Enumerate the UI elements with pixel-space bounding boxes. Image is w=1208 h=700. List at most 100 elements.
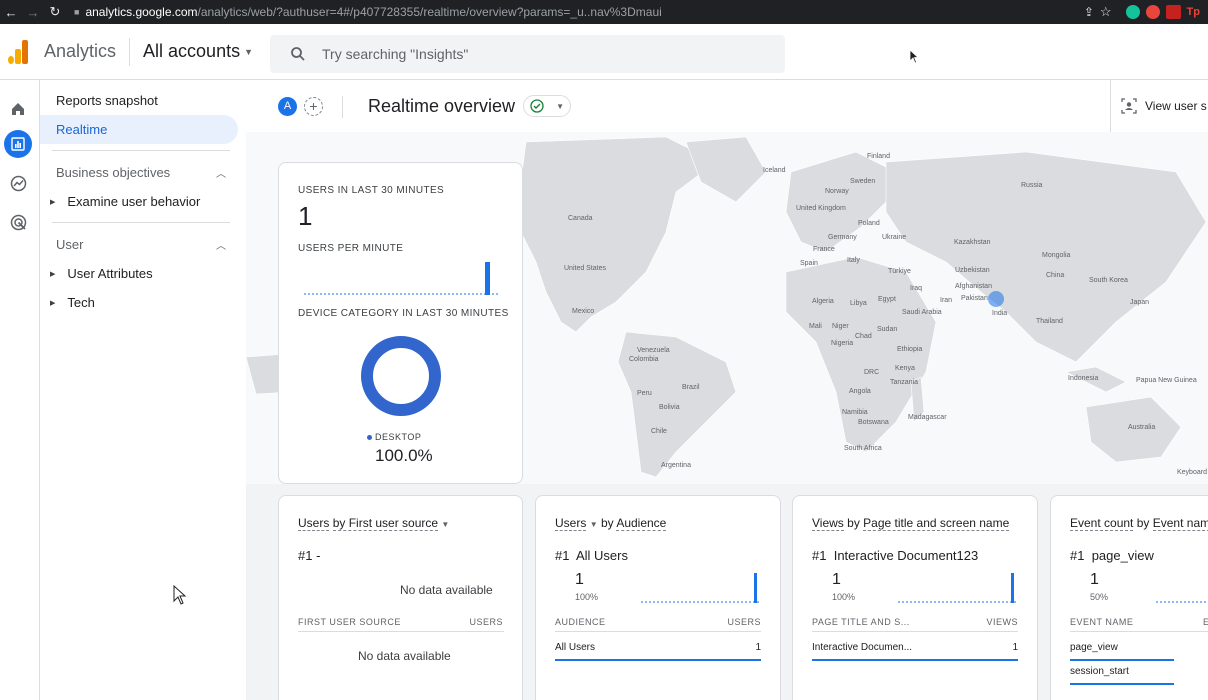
table-row-name[interactable]: All Users xyxy=(555,642,595,653)
users-30-min-label: USERS IN LAST 30 MINUTES xyxy=(298,185,445,196)
rank-number: #1 xyxy=(812,548,827,563)
column-header-views: VIEWS xyxy=(986,617,1018,627)
lock-icon: ■ xyxy=(74,7,80,17)
row-value-bar xyxy=(1070,659,1174,661)
column-header-event-count: E xyxy=(1203,617,1208,627)
sidebar-section-business-objectives[interactable]: Business objectives ︿ xyxy=(40,157,246,187)
sidebar-item-label: User Attributes xyxy=(67,266,153,281)
status-dropdown[interactable]: ▼ xyxy=(523,95,572,117)
reload-icon[interactable]: ↻ xyxy=(44,0,66,24)
column-header-page-title: PAGE TITLE AND S... xyxy=(812,617,910,627)
report-toolbar: A + Realtime overview ▼ View user s xyxy=(246,80,1208,132)
table-row-name[interactable]: session_start xyxy=(1070,666,1129,677)
sidebar-item-examine-user-behavior[interactable]: ▶ Examine user behavior xyxy=(40,187,246,216)
map-label: France xyxy=(813,246,835,253)
map-label: Mongolia xyxy=(1042,252,1071,259)
card-title[interactable]: Views by Page title and screen name xyxy=(812,516,1010,531)
expand-triangle-icon: ▶ xyxy=(50,270,56,278)
dimension-label: Event nam xyxy=(1152,516,1208,531)
sidebar-item-realtime[interactable]: Realtime xyxy=(40,115,238,144)
column-header-source: FIRST USER SOURCE xyxy=(298,617,401,627)
add-comparison-button[interactable]: + xyxy=(304,96,323,116)
legend-desktop-label: DESKTOP xyxy=(375,432,422,442)
back-icon[interactable]: ← xyxy=(0,0,22,24)
bookmark-star-icon[interactable]: ☆ xyxy=(1100,4,1112,20)
map-label: Botswana xyxy=(858,419,889,426)
map-label: United Kingdom xyxy=(796,205,846,212)
map-label: South Korea xyxy=(1089,277,1128,284)
sidebar-section-user[interactable]: User ︿ xyxy=(40,229,246,259)
caret-down-icon: ▼ xyxy=(244,46,254,57)
view-user-snapshot-button[interactable]: View user s xyxy=(1110,80,1208,132)
audience-card: Users ▼ by Audience #1 All Users 1 100% … xyxy=(535,495,781,700)
map-label: Italy xyxy=(847,257,860,264)
metric-label: Users xyxy=(298,516,330,531)
address-bar[interactable]: ■ analytics.google.com/analytics/web/?au… xyxy=(66,5,1084,19)
map-label: Ukraine xyxy=(882,234,906,241)
spark-bar xyxy=(754,573,757,603)
column-header-users: USERS xyxy=(469,617,503,627)
map-label: Nigeria xyxy=(831,340,853,347)
sparkline xyxy=(1156,601,1208,603)
device-donut-chart xyxy=(361,336,441,416)
rank-name: Interactive Document123 xyxy=(833,548,979,563)
table-row-name[interactable]: page_view xyxy=(1070,642,1118,653)
active-user-location-marker[interactable] xyxy=(988,291,1004,307)
card-title[interactable]: Event count by Event nam xyxy=(1070,516,1208,531)
sidebar-divider xyxy=(52,222,230,223)
advertising-icon[interactable] xyxy=(4,208,32,236)
metric-label: Event count xyxy=(1070,516,1134,531)
sidebar-item-reports-snapshot[interactable]: Reports snapshot xyxy=(40,86,246,115)
map-label: Venezuela xyxy=(637,347,670,354)
map-label: Sweden xyxy=(850,178,875,185)
top-value: 1 xyxy=(1090,571,1099,588)
users-30-min-value: 1 xyxy=(298,201,313,231)
sidebar-item-user-attributes[interactable]: ▶ User Attributes xyxy=(40,259,246,288)
table-divider xyxy=(298,631,504,632)
column-header-users: USERS xyxy=(727,617,761,627)
map-label: Afghanistan xyxy=(955,283,992,290)
map-label: DRC xyxy=(864,369,879,376)
mouse-cursor-icon xyxy=(173,585,187,605)
top-percent: 100% xyxy=(575,592,599,602)
reports-icon[interactable] xyxy=(4,130,32,158)
column-header-event-name: EVENT NAME xyxy=(1070,617,1134,627)
search-icon xyxy=(291,47,305,61)
map-label: Mali xyxy=(809,323,822,330)
search-placeholder: Try searching "Insights" xyxy=(322,46,469,62)
share-icon[interactable]: ⇪ xyxy=(1084,5,1094,19)
comparison-avatar[interactable]: A xyxy=(278,96,297,116)
map-label: Mexico xyxy=(572,308,594,315)
home-icon[interactable] xyxy=(4,95,32,123)
search-input[interactable]: Try searching "Insights" xyxy=(270,35,785,73)
analytics-logo-icon xyxy=(8,39,30,64)
caret-down-icon: ▼ xyxy=(441,520,450,529)
map-label: Türkiye xyxy=(888,268,911,275)
section-label: User xyxy=(56,236,84,252)
map-label: Niger xyxy=(832,323,849,330)
card-title[interactable]: Users by First user source ▼ xyxy=(298,516,450,531)
map-label: Argentina xyxy=(661,462,691,469)
table-divider xyxy=(555,631,761,632)
url-path: /analytics/web/?authuser=4#/p407728355/r… xyxy=(197,5,662,19)
map-label: South Africa xyxy=(844,445,882,452)
map-label: Keyboard xyxy=(1177,469,1207,476)
table-row-name[interactable]: Interactive Documen... xyxy=(812,642,912,653)
page-title-card: Views by Page title and screen name #1 I… xyxy=(792,495,1038,700)
extension-red-icon[interactable] xyxy=(1145,5,1160,19)
legend-dot xyxy=(367,435,372,441)
map-label: China xyxy=(1046,272,1064,279)
extension-tp-icon[interactable]: Tp xyxy=(1187,6,1200,18)
metric-label: Views xyxy=(812,516,844,531)
check-circle-icon xyxy=(530,99,544,113)
sidebar-item-tech[interactable]: ▶ Tech xyxy=(40,288,246,317)
forward-icon[interactable]: → xyxy=(22,0,44,24)
rank-name: page_view xyxy=(1091,548,1154,563)
explore-icon[interactable] xyxy=(4,169,32,197)
table-divider xyxy=(1070,631,1208,632)
account-selector[interactable]: All accounts ▼ xyxy=(143,41,253,62)
extension-grammarly-icon[interactable] xyxy=(1125,5,1140,19)
user-snapshot-icon xyxy=(1121,98,1137,114)
extension-counter-icon[interactable] xyxy=(1165,5,1181,19)
card-title[interactable]: Users ▼ by Audience xyxy=(555,516,667,531)
